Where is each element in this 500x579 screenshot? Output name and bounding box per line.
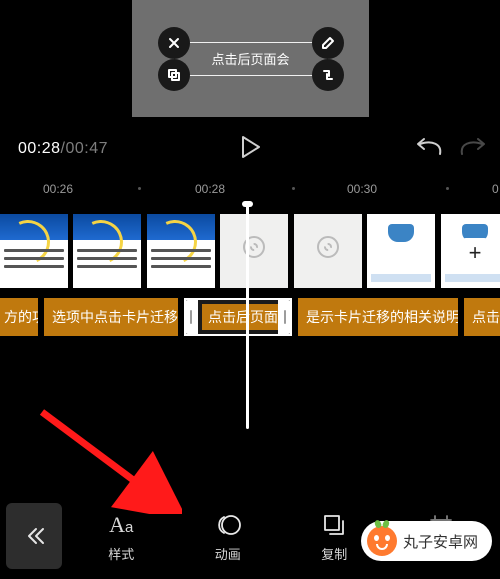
text-overlay-box[interactable]: 点击后页面会 — [176, 49, 326, 69]
back-button[interactable] — [6, 503, 62, 569]
watermark: 丸子安卓网 — [361, 521, 492, 561]
copy-icon[interactable] — [158, 59, 190, 91]
ruler-dot — [292, 187, 295, 190]
thumbnail — [0, 214, 68, 288]
text-clip[interactable]: 点击下 — [464, 298, 500, 336]
animation-tool[interactable]: 动画 — [193, 510, 263, 563]
watermark-logo — [367, 526, 397, 556]
ruler-tick: 0 — [492, 182, 499, 196]
playback-bar: 00:28/00:47 — [0, 122, 500, 176]
style-tool[interactable]: Aa 样式 — [86, 510, 156, 563]
text-track[interactable]: 方的功 选项中点击卡片迁移 点击后页面 是示卡片迁移的相关说明 点击下 — [0, 298, 500, 340]
overlay-text: 点击后页面会 — [211, 52, 289, 67]
clip-handle-left[interactable] — [184, 300, 198, 334]
tool-label: 样式 — [108, 544, 134, 563]
copy-tool[interactable]: 复制 — [299, 510, 369, 563]
text-clip[interactable]: 方的功 — [0, 298, 38, 336]
text-clip-label: 点击后页面 — [202, 304, 284, 330]
time-display: 00:28/00:47 — [18, 140, 108, 158]
text-clip[interactable]: 是示卡片迁移的相关说明 — [298, 298, 458, 336]
total-duration: 00:47 — [66, 140, 109, 157]
timeline-tracks[interactable]: + 方的功 选项中点击卡片迁移 点击后页面 是示卡片迁移的相关说明 点击下 — [0, 214, 500, 340]
thumbnail — [367, 214, 435, 288]
text-clip-selected[interactable]: 点击后页面 — [184, 298, 292, 336]
ruler-dot — [138, 187, 141, 190]
text-clip[interactable]: 选项中点击卡片迁移 — [44, 298, 178, 336]
tool-label: 动画 — [215, 544, 241, 563]
edit-icon[interactable] — [312, 27, 344, 59]
thumbnail — [73, 214, 141, 288]
thumbnail — [294, 214, 362, 288]
redo-button — [458, 136, 488, 163]
close-icon[interactable] — [158, 27, 190, 59]
rotate-icon[interactable] — [312, 59, 344, 91]
video-track[interactable]: + — [0, 214, 500, 292]
selection-edge — [184, 42, 318, 43]
current-time: 00:28 — [18, 140, 61, 157]
thumbnail — [147, 214, 215, 288]
ruler-tick: 00:28 — [195, 182, 225, 196]
add-clip-button[interactable]: + — [460, 238, 490, 268]
ruler-dot — [446, 187, 449, 190]
undo-button[interactable] — [414, 136, 444, 163]
selection-edge — [184, 75, 318, 76]
playhead[interactable] — [246, 204, 249, 429]
thumbnail — [220, 214, 288, 288]
ruler-tick: 00:26 — [43, 182, 73, 196]
style-icon: Aa — [109, 510, 133, 540]
animation-icon — [214, 510, 242, 540]
ruler-tick: 00:30 — [347, 182, 377, 196]
watermark-text: 丸子安卓网 — [403, 531, 478, 552]
video-clip[interactable] — [0, 214, 216, 288]
video-preview[interactable]: 点击后页面会 — [132, 0, 369, 117]
copy-icon — [321, 510, 347, 540]
play-button[interactable] — [238, 134, 262, 165]
video-clip[interactable] — [220, 214, 362, 288]
tool-label: 复制 — [321, 544, 347, 563]
clip-handle-right[interactable] — [278, 300, 292, 334]
